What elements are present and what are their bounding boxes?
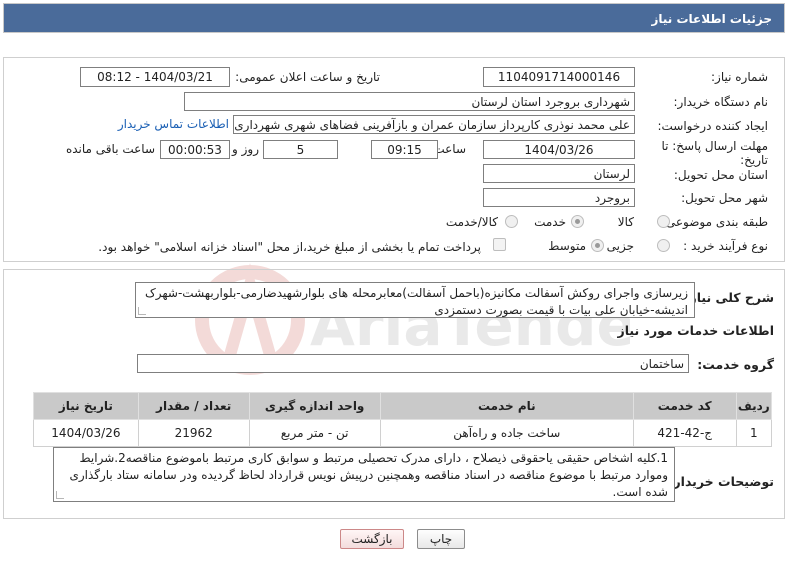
cell-quantity: 21962 (137, 419, 250, 447)
buyer-contact-link[interactable]: اطلاعات تماس خریدار (118, 117, 229, 131)
deadline-time-field: 09:15 (371, 140, 438, 159)
radio-category-both[interactable] (505, 215, 518, 228)
days-field: 5 (263, 140, 338, 159)
table-row: 1 ج-42-421 ساخت جاده و راه‌آهن تن - متر … (33, 419, 773, 447)
process-option-minor: جزیی (606, 239, 634, 253)
cell-row-number: 1 (735, 419, 773, 447)
service-group-field: ساختمان (137, 354, 689, 373)
cell-need-date: 1404/03/26 (33, 419, 139, 447)
back-button[interactable]: بازگشت (340, 529, 404, 549)
category-option-goods: کالا (617, 215, 634, 229)
process-label: نوع فرآیند خرید : (683, 239, 768, 253)
category-option-both: کالا/خدمت (445, 215, 498, 229)
buyer-notes-label: توضیحات خریدار: (668, 474, 774, 489)
radio-process-minor[interactable] (657, 239, 670, 252)
services-section-title: اطلاعات خدمات مورد نیاز (617, 323, 775, 338)
city-label: شهر محل تحویل: (681, 191, 768, 205)
creator-label: ایجاد کننده درخواست: (657, 119, 768, 133)
remaining-time-field: 00:00:53 (160, 140, 230, 159)
radio-category-goods[interactable] (657, 215, 670, 228)
table-header-row: ردیف کد خدمت نام خدمت واحد اندازه گیری ت… (33, 392, 773, 420)
description-label: شرح کلی نیاز: (684, 290, 774, 305)
announce-label: تاریخ و ساعت اعلان عمومی: (235, 70, 380, 84)
cell-service-code: ج-42-421 (632, 419, 737, 447)
deadline-date-field: 1404/03/26 (483, 140, 635, 159)
buyer-notes-textarea: 1.کلیه اشخاص حقیقی یاحقوقی ذیصلاح ، دارا… (53, 447, 675, 502)
city-field: بروجرد (483, 188, 635, 207)
cell-unit: تن - متر مربع (248, 419, 381, 447)
process-option-medium: متوسط (548, 239, 586, 253)
province-field: لرستان (483, 164, 635, 183)
col-quantity: تعداد / مقدار (137, 392, 250, 420)
radio-category-service[interactable] (571, 215, 584, 228)
days-label: روز و (232, 142, 259, 156)
creator-field: علی محمد نوذری کارپرداز سازمان عمران و ب… (233, 115, 635, 134)
remaining-label: ساعت باقی مانده (65, 142, 155, 156)
treasury-checkbox[interactable] (493, 238, 506, 251)
col-service-name: نام خدمت (379, 392, 634, 420)
col-unit: واحد اندازه گیری (248, 392, 381, 420)
col-service-code: کد خدمت (632, 392, 737, 420)
province-label: استان محل تحویل: (673, 168, 768, 182)
announce-field: 1404/03/21 - 08:12 (80, 67, 230, 87)
need-number-field: 1104091714000146 (483, 67, 635, 87)
deadline-label-date: تاریخ: (740, 153, 768, 167)
cell-service-name: ساخت جاده و راه‌آهن (379, 419, 634, 447)
category-label: طبقه بندی موضوعی: (661, 215, 768, 229)
services-table: ردیف کد خدمت نام خدمت واحد اندازه گیری ت… (33, 392, 773, 447)
service-group-label: گروه خدمت: (697, 357, 774, 372)
deadline-label: مهلت ارسال پاسخ: تا (661, 139, 768, 153)
buyer-org-label: نام دستگاه خریدار: (673, 95, 769, 109)
description-textarea: زیرسازی واجرای روکش آسفالت مکانیزه(باحمل… (135, 282, 695, 318)
page-header: جزئیات اطلاعات نیاز (3, 3, 785, 33)
print-button[interactable]: چاپ (417, 529, 465, 549)
payment-note: پرداخت تمام یا بخشی از مبلغ خرید،از محل … (98, 240, 481, 254)
buyer-org-field: شهرداری بروجرد استان لرستان (184, 92, 635, 111)
page-title: جزئیات اطلاعات نیاز (651, 12, 772, 26)
deadline-time-label: ساعت (433, 142, 466, 156)
col-need-date: تاریخ نیاز (33, 392, 139, 420)
need-number-label: شماره نیاز: (711, 70, 768, 84)
category-option-service: خدمت (534, 215, 566, 229)
col-row-number: ردیف (735, 392, 773, 420)
radio-process-medium[interactable] (591, 239, 604, 252)
need-info-panel (3, 57, 785, 262)
